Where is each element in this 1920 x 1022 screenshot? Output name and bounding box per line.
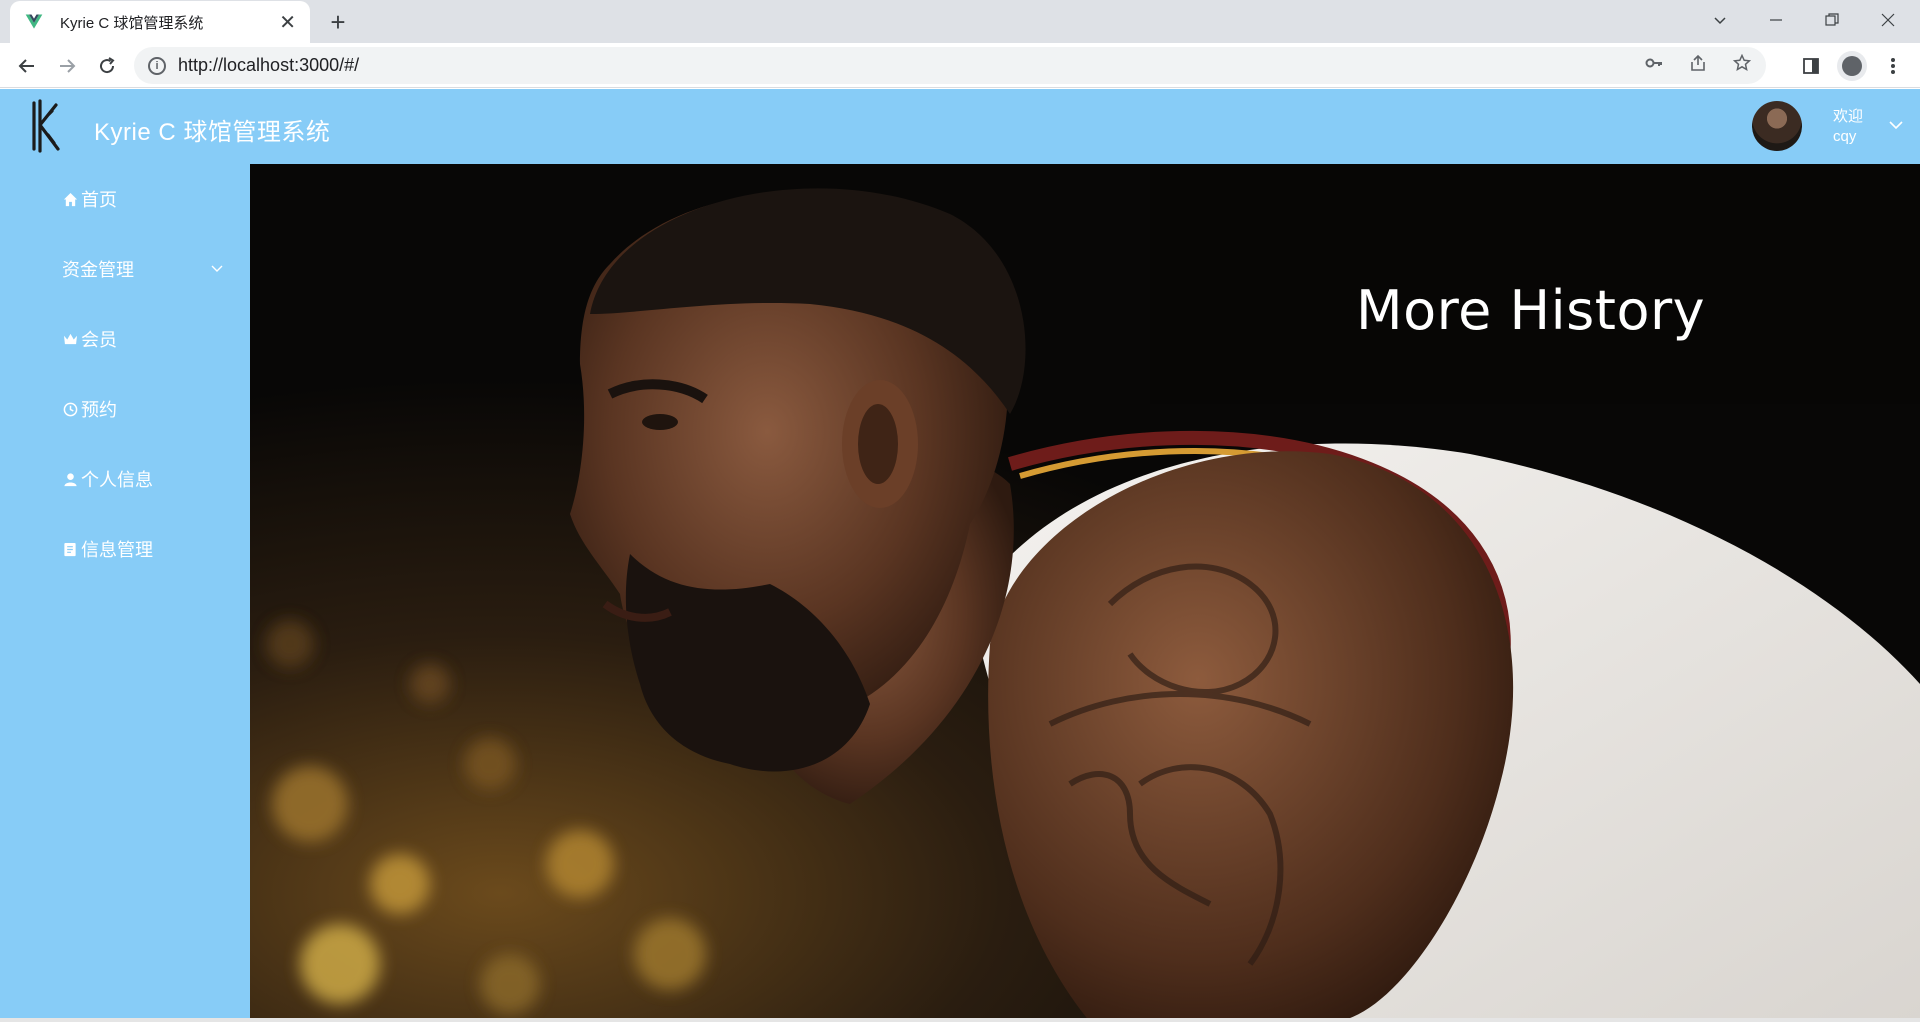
- browser-tab-strip: Kyrie C 球馆管理系统 ✕ +: [0, 0, 1920, 43]
- sidebar-item-profile[interactable]: 个人信息: [0, 451, 250, 507]
- side-panel-icon[interactable]: [1794, 49, 1828, 83]
- vue-favicon-icon: [25, 14, 43, 29]
- page-bottom-border: [0, 1018, 1920, 1022]
- sidebar-menu: 首页 资金管理 会员 预约 个人信息 信息管理: [0, 164, 250, 1022]
- browser-tab[interactable]: Kyrie C 球馆管理系统 ✕: [10, 1, 310, 43]
- sidebar-item-label: 会员: [81, 330, 117, 350]
- share-icon[interactable]: [1686, 54, 1710, 78]
- browser-menu-icon[interactable]: [1876, 49, 1910, 83]
- main-content: More History: [250, 164, 1920, 1022]
- welcome-text: 欢迎 cqy: [1833, 107, 1863, 147]
- browser-toolbar: i http://localhost:3000/#/: [0, 43, 1920, 88]
- crown-icon: [62, 331, 78, 347]
- chevron-down-icon: [211, 265, 223, 272]
- clock-icon: [62, 401, 78, 417]
- site-info-icon[interactable]: i: [148, 56, 166, 75]
- avatar[interactable]: [1752, 101, 1802, 151]
- bookmark-star-icon[interactable]: [1730, 53, 1754, 78]
- url-text[interactable]: http://localhost:3000/#/: [178, 55, 359, 76]
- home-icon: [62, 191, 78, 207]
- tab-title: Kyrie C 球馆管理系统: [60, 14, 204, 32]
- address-bar[interactable]: i http://localhost:3000/#/: [134, 47, 1766, 84]
- back-button[interactable]: [10, 49, 44, 83]
- browser-profile-icon[interactable]: [1837, 51, 1867, 81]
- sidebar-item-home[interactable]: 首页: [0, 171, 250, 227]
- welcome-label: 欢迎: [1833, 108, 1864, 125]
- username: cqy: [1833, 128, 1857, 145]
- sidebar-item-members[interactable]: 会员: [0, 311, 250, 367]
- app-title: Kyrie C 球馆管理系统: [94, 119, 331, 146]
- sidebar-item-booking[interactable]: 预约: [0, 381, 250, 437]
- chevron-down-icon[interactable]: [1886, 115, 1906, 135]
- reload-button[interactable]: [90, 49, 124, 83]
- sidebar-item-label: 个人信息: [81, 470, 153, 490]
- hero-heading: More History: [1356, 279, 1706, 342]
- sidebar-item-label: 资金管理: [62, 260, 134, 280]
- forward-button[interactable]: [50, 49, 84, 83]
- tab-close-icon[interactable]: ✕: [279, 10, 296, 35]
- close-window-button[interactable]: [1860, 0, 1916, 40]
- tab-search-icon[interactable]: [1692, 0, 1748, 40]
- sidebar-item-label: 信息管理: [81, 540, 153, 560]
- new-tab-button[interactable]: +: [322, 6, 354, 38]
- sidebar-item-finance[interactable]: 资金管理: [0, 241, 250, 297]
- key-icon[interactable]: [1642, 54, 1666, 78]
- sidebar-item-label: 预约: [81, 400, 117, 420]
- kyrie-logo-icon: [32, 99, 60, 153]
- sidebar-item-info-management[interactable]: 信息管理: [0, 521, 250, 577]
- sidebar-item-label: 首页: [81, 190, 117, 210]
- document-icon: [62, 541, 78, 557]
- app-header: Kyrie C 球馆管理系统 欢迎 cqy: [0, 89, 1920, 164]
- minimize-button[interactable]: [1748, 0, 1804, 40]
- user-icon: [62, 471, 78, 487]
- restore-button[interactable]: [1804, 0, 1860, 40]
